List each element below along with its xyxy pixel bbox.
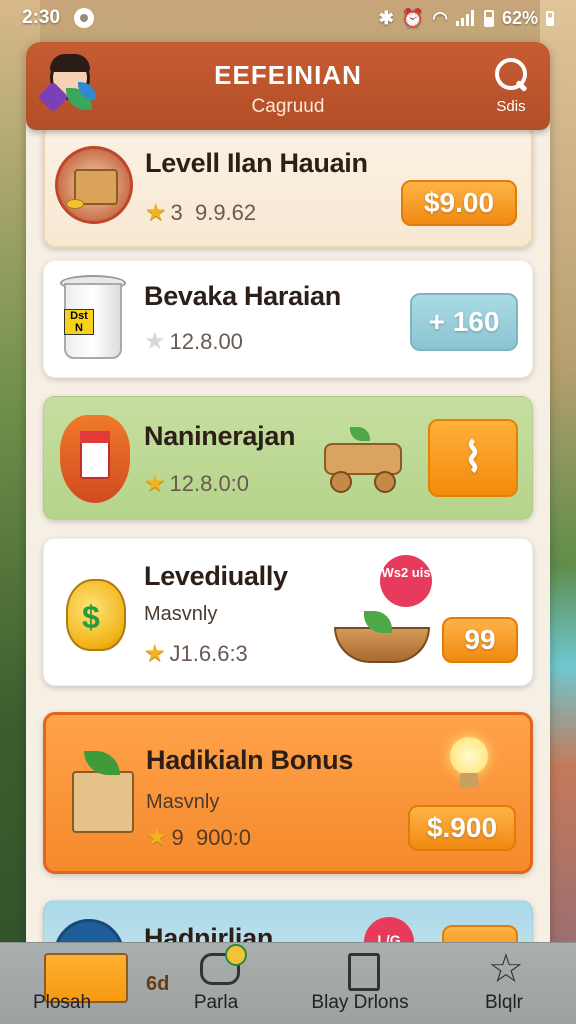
main-panel: EEFEINIAN Cagruud Sdis Levell Ilan Hauai… [26,42,550,972]
broom-action-button[interactable]: ⌇ [428,419,518,497]
item-meta: ★ 3 9.9.62 [145,199,257,226]
page-subtitle: Cagruud [251,96,325,117]
cup-icon: Dst N [60,275,126,361]
list-item[interactable]: $ Levediually Masvnly ★ J1.6.6:3 Ws2 uis… [43,538,533,686]
bowl-icon [334,611,430,663]
alarm-icon: ⏰ [401,7,425,28]
treasure-box-icon [55,146,133,224]
document-icon [348,953,380,991]
list-item[interactable]: Levell Ilan Hauain ★ 3 9.9.62 $9.00 [43,124,533,248]
wifi-icon: ◠ [432,7,448,28]
item-meta: ★ 12.8.0:0 [144,470,250,497]
nav-item-blqlr[interactable]: ☆ Blqlr [432,943,576,1024]
star-icon: ★ [145,199,167,226]
broom-icon: ⌇ [463,436,483,480]
star-icon: ★ [144,470,166,497]
item-meta: ★ 12.8.00 [144,328,243,355]
nav-item-blay-drlons[interactable]: Blay Drlons [288,943,432,1024]
item-title: Bevaka Haraian [144,281,341,311]
nav-label: Parla [193,992,239,1013]
star-outline-icon: ☆ [488,947,524,991]
chat-icon [200,944,247,985]
item-subtitle: Masvnly [146,791,220,813]
page-title: EEFEINIAN [214,60,362,90]
nav-item-plosah[interactable]: 6d Plosah [0,943,169,1024]
list-item[interactable]: Hadikialn Bonus Masvnly ★ 9 900:0 $.900 [43,712,533,874]
lightbulb-icon [446,737,490,797]
star-icon: ★ [144,640,166,667]
status-bar: 2:30 ✱ ⏰ ◠ 62% [0,0,576,36]
signal-icon [455,10,476,26]
list-item[interactable]: Naninerajan ★ 12.8.0:0 ⌇ [43,396,533,520]
price-button[interactable]: $.900 [408,805,516,851]
gift-box-icon [72,751,134,833]
nav-item-parla[interactable]: Parla [144,943,288,1024]
star-icon: ★ [144,328,166,355]
sale-badge: Ws2 uis [380,555,432,607]
list-item[interactable]: Dst N Bevaka Haraian ★ 12.8.00 + 160 [43,260,533,378]
app-header: EEFEINIAN Cagruud Sdis [26,42,550,130]
lantern-icon [60,415,130,503]
search-icon [493,56,529,92]
bluetooth-icon: ✱ [378,7,394,28]
item-title: Levell Ilan Hauain [145,148,368,178]
battery-icon-small [546,10,554,26]
price-button[interactable]: + 160 [410,293,518,351]
battery-icon [483,9,494,27]
nav-label: Plosah [32,992,92,1013]
item-subtitle: Masvnly [144,603,218,625]
nav-label: Blqlr [484,992,523,1013]
nav-label: Blay Drlons [311,992,409,1013]
search-button[interactable]: Sdis [486,56,536,120]
search-label: Sdis [496,98,526,115]
bottom-nav: 6d Plosah Parla Blay Drlons ☆ Blqlr [0,942,576,1024]
price-button[interactable]: $9.00 [401,180,517,226]
cart-icon [322,427,406,495]
item-meta: ★ 9 900:0 [146,824,252,851]
price-button[interactable]: 99 [442,617,518,663]
star-icon: ★ [146,824,168,851]
notification-icon [74,8,95,28]
status-time: 2:30 [22,7,61,28]
item-meta: ★ J1.6.6:3 [144,640,248,667]
item-title: Naninerajan [144,421,296,451]
money-bag-icon: $ [66,579,126,651]
item-title: Hadikialn Bonus [146,745,354,775]
battery-percent: 62% [501,7,538,28]
item-title: Levediually [144,561,288,591]
